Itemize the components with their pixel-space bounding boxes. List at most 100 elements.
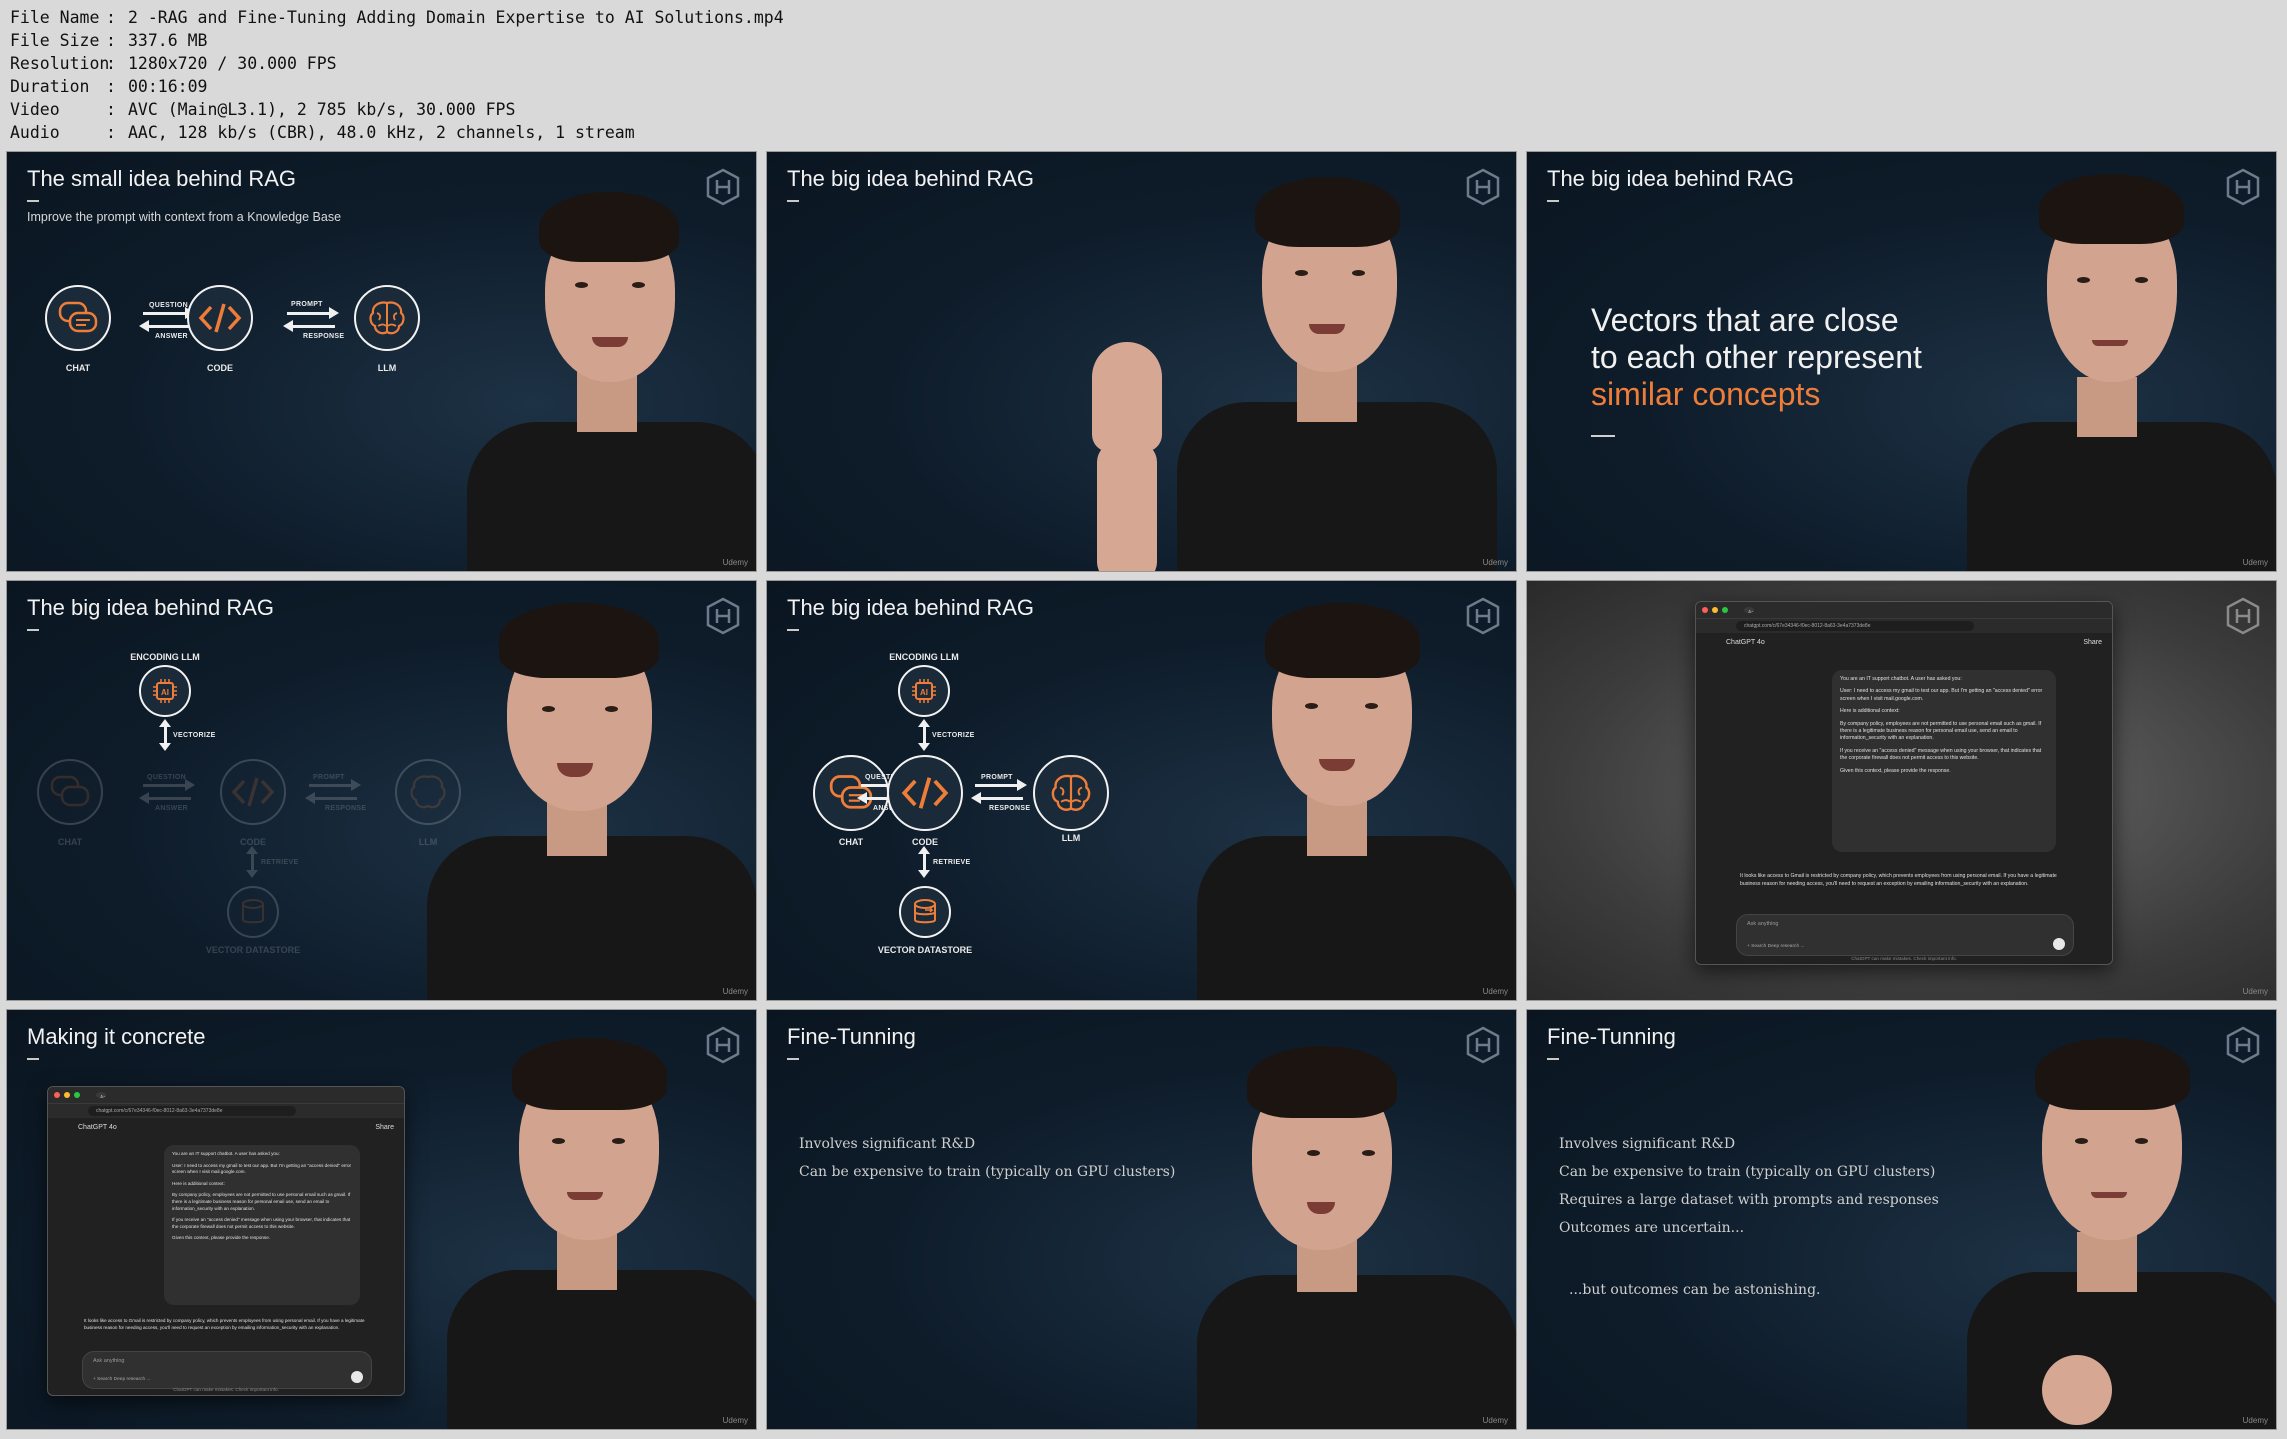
presenter-hand [1092, 342, 1162, 452]
chat-input-placeholder: Ask anything [93, 1358, 125, 1364]
question-label: QUESTION [149, 302, 188, 309]
thumbnail-7[interactable]: Making it concrete Access Denied Email R… [6, 1009, 757, 1430]
prompt-label: PROMPT [313, 774, 345, 781]
svg-text:AI: AI [161, 688, 169, 697]
prompt-label: PROMPT [981, 774, 1013, 781]
slide-title: Fine-Tunning [787, 1024, 916, 1060]
browser-tab[interactable]: Access Denied Email Requ [96, 1092, 106, 1098]
question-label: QUESTION [147, 774, 186, 781]
udemy-watermark: Udemy [1482, 558, 1508, 567]
chat-browser-window: Access Denied Email Requ chatgpt.com/c/6… [47, 1086, 405, 1396]
chat-input[interactable]: Ask anything + Search Deep research ... [82, 1351, 372, 1389]
retrieve-label: RETRIEVE [261, 859, 299, 866]
logo-icon [1466, 1026, 1500, 1064]
slide-title: The big idea behind RAG [1547, 166, 1795, 202]
chat-input[interactable]: Ask anything + Search Deep research ... [1736, 914, 2074, 956]
prompt-arrow [287, 307, 339, 319]
database-icon [242, 899, 264, 924]
datastore-label: VECTOR DATASTORE [205, 945, 301, 955]
question-arrow [143, 779, 195, 791]
udemy-watermark: Udemy [722, 987, 748, 996]
slide-title: Making it concrete [27, 1024, 206, 1060]
chat-disclaimer: ChatGPT can make mistakes. Check importa… [1851, 956, 1957, 961]
thumbnail-1[interactable]: The small idea behind RAG Improve the pr… [6, 151, 757, 572]
retrieve-arrow [246, 846, 258, 878]
thumbnail-4[interactable]: The big idea behind RAG ENCODING LLM AI … [6, 580, 757, 1001]
logo-icon [706, 597, 740, 635]
chat-node [45, 285, 111, 351]
datastore-label: VECTOR DATASTORE [877, 945, 973, 955]
logo-icon [2226, 168, 2260, 206]
list-item: Involves significant R&D [1559, 1136, 1736, 1152]
chat-tools[interactable]: + Search Deep research ... [93, 1377, 150, 1382]
thumbnail-6[interactable]: Access Denied Email Requ chatgpt.com/c/6… [1526, 580, 2277, 1001]
code-node [220, 759, 286, 825]
logo-icon [2226, 1026, 2260, 1064]
slide-title: The big idea behind RAG [787, 166, 1035, 202]
presenter-hand [2042, 1355, 2112, 1425]
list-item: Requires a large dataset with prompts an… [1559, 1192, 1939, 1208]
info-row-resolution: Resolution: 1280x720 / 30.000 FPS [10, 54, 337, 73]
response-arrow [283, 320, 335, 332]
chat-header: ChatGPT 4o Share [1696, 633, 2112, 651]
info-row-video: Video: AVC (Main@L3.1), 2 785 kb/s, 30.00… [10, 100, 516, 119]
model-selector[interactable]: ChatGPT 4o [78, 1124, 117, 1131]
vectorize-arrow [159, 719, 171, 751]
thumbnail-2[interactable]: The big idea behind RAG Udemy [766, 151, 1517, 572]
list-item: Can be expensive to train (typically on … [799, 1164, 1176, 1180]
prompt-arrow [309, 779, 361, 791]
retrieve-label: RETRIEVE [933, 859, 971, 866]
code-icon [231, 777, 275, 807]
bullet-list: Involves significant R&D Can be expensiv… [799, 1130, 1175, 1186]
logo-icon [1466, 597, 1500, 635]
database-icon [914, 899, 936, 924]
llm-label: LLM [377, 363, 397, 373]
model-selector[interactable]: ChatGPT 4o [1726, 639, 1765, 646]
chat-node [37, 759, 103, 825]
answer-arrow [139, 320, 191, 332]
chat-tools[interactable]: + Search Deep research ... [1747, 944, 1804, 949]
udemy-watermark: Udemy [2242, 558, 2268, 567]
closing-remark: ...but outcomes can be astonishing. [1569, 1282, 1821, 1298]
llm-node [1033, 755, 1109, 831]
presenter-arm [1097, 442, 1157, 571]
response-arrow [305, 792, 357, 804]
browser-tab[interactable]: Access Denied Email Requ [1744, 607, 1754, 613]
brain-icon [369, 301, 405, 335]
datastore-node [899, 886, 951, 938]
response-label: RESPONSE [325, 805, 367, 812]
list-item: Involves significant R&D [799, 1136, 976, 1152]
encoding-llm-label: ENCODING LLM [889, 652, 959, 662]
share-button[interactable]: Share [2083, 639, 2102, 646]
share-button[interactable]: Share [375, 1124, 394, 1131]
chat-label: CHAT [65, 363, 91, 373]
send-icon[interactable] [2053, 938, 2065, 950]
thumbnail-9[interactable]: Fine-Tunning Involves significant R&D Ca… [1526, 1009, 2277, 1430]
thumbnail-8[interactable]: Fine-Tunning Involves significant R&D Ca… [766, 1009, 1517, 1430]
udemy-watermark: Udemy [1482, 987, 1508, 996]
thumbnail-5[interactable]: The big idea behind RAG ENCODING LLM AI … [766, 580, 1517, 1001]
answer-label: ANSWER [155, 805, 188, 812]
browser-tabbar: Access Denied Email Requ [1696, 602, 2112, 618]
slide-title: The small idea behind RAG [27, 166, 297, 202]
address-bar[interactable]: chatgpt.com/c/67e34346-f0ec-8012-8a63-3e… [48, 1103, 404, 1118]
datastore-node [227, 886, 279, 938]
udemy-watermark: Udemy [722, 558, 748, 567]
ai-chip-icon: AI [153, 679, 177, 703]
bullet-list: Involves significant R&D Can be expensiv… [1559, 1130, 1939, 1242]
list-item: Can be expensive to train (typically on … [1559, 1164, 1936, 1180]
udemy-watermark: Udemy [1482, 1416, 1508, 1425]
send-icon[interactable] [351, 1371, 363, 1383]
slide-subtitle: Improve the prompt with context from a K… [27, 210, 342, 224]
slide-title: The big idea behind RAG [787, 595, 1035, 631]
udemy-watermark: Udemy [2242, 987, 2268, 996]
address-bar[interactable]: chatgpt.com/c/67e34346-f0ec-8012-8a63-3e… [1696, 618, 2112, 633]
llm-label: LLM [1061, 833, 1081, 843]
thumbnail-3[interactable]: The big idea behind RAG Vectors that are… [1526, 151, 2277, 572]
ai-chip-icon: AI [912, 679, 936, 703]
brain-icon [1051, 774, 1091, 811]
code-icon [198, 303, 242, 333]
chat-label: CHAT [57, 837, 83, 847]
logo-icon [706, 168, 740, 206]
logo-icon [2226, 597, 2260, 635]
